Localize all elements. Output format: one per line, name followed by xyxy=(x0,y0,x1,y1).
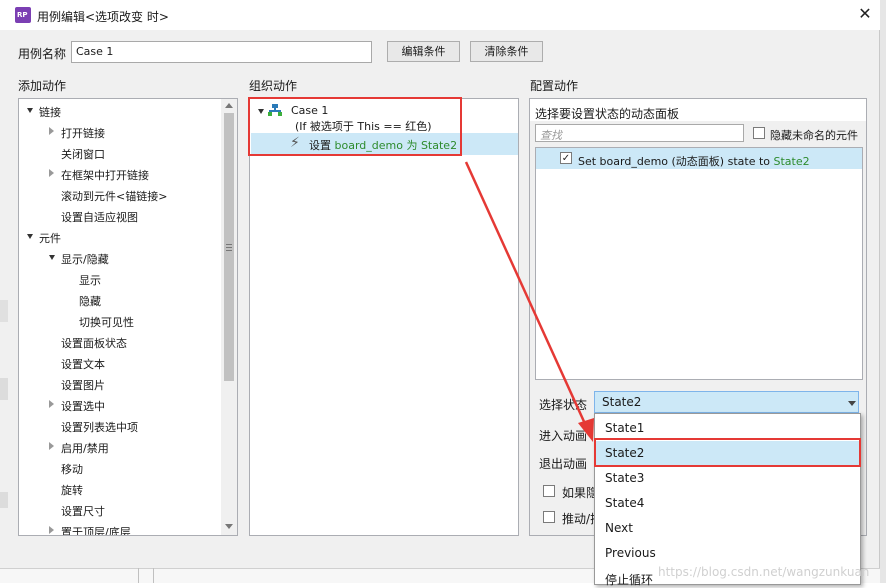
arrow-line xyxy=(464,161,588,427)
dropdown-option[interactable]: 停止循环 xyxy=(605,571,653,588)
dropdown-option[interactable]: State4 xyxy=(605,496,644,510)
dropdown-option[interactable]: Previous xyxy=(605,546,656,560)
dropdown-option[interactable]: State3 xyxy=(605,471,644,485)
dropdown-option[interactable]: State1 xyxy=(605,421,644,435)
annotation-highlight-state2 xyxy=(594,438,861,467)
watermark: https://blog.csdn.net/wangzunkuan xyxy=(658,565,870,579)
dropdown-option[interactable]: Next xyxy=(605,521,633,535)
arrow-head xyxy=(578,418,594,442)
